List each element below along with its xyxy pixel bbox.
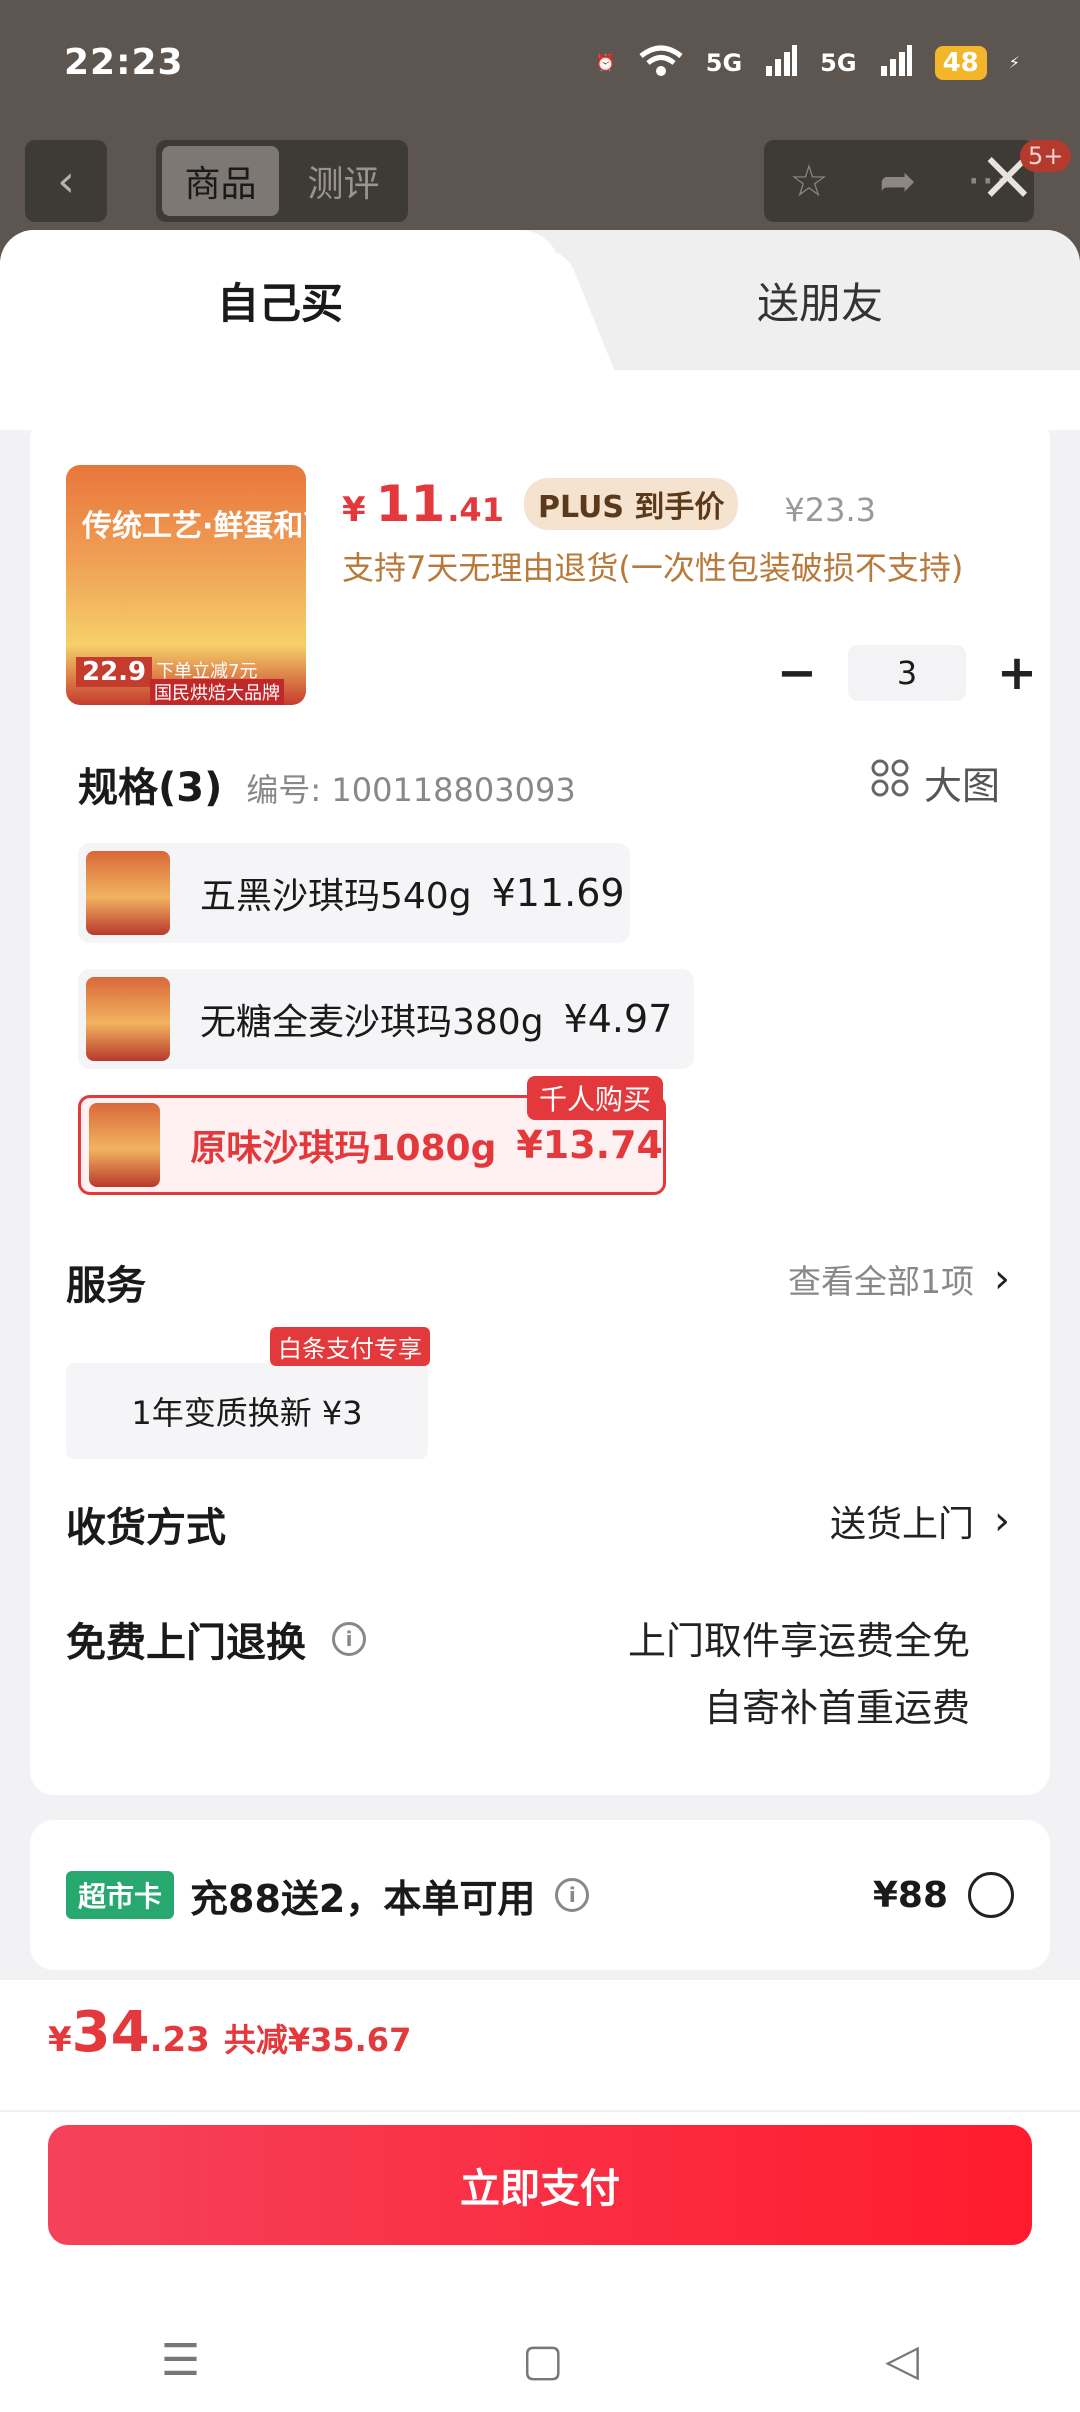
- quantity-stepper: − 3 +: [772, 645, 1042, 701]
- divider: [0, 2110, 1080, 2112]
- price-integer: 11: [375, 475, 446, 533]
- free-return-line2: 自寄补首重运费: [703, 1686, 970, 1730]
- spec-option[interactable]: 无糖全麦沙琪玛380g ¥4.97: [78, 969, 694, 1069]
- share-icon[interactable]: ➦: [879, 156, 916, 207]
- pay-now-button[interactable]: 立即支付: [48, 2125, 1032, 2245]
- spec-option-price: ¥4.97: [563, 997, 673, 1041]
- spec-title: 规格(3): [78, 765, 223, 811]
- system-nav-bar: ☰ ▢ ◁: [0, 2310, 1080, 2410]
- chevron-right-icon: ›: [994, 1498, 1010, 1544]
- delivery-title: 收货方式: [66, 1505, 226, 1551]
- sheet-tabs: 自己买 送朋友: [0, 230, 1080, 370]
- menu-icon[interactable]: ☰: [161, 2335, 200, 2386]
- signal-5g-icon-2: 5G: [820, 48, 857, 77]
- status-icons: ⏰ 5G 5G 48 ⚡: [596, 44, 1020, 82]
- qty-value[interactable]: 3: [848, 645, 966, 701]
- star-icon[interactable]: ☆: [789, 156, 828, 207]
- status-bar: 22:23 ⏰ 5G 5G 48 ⚡: [0, 0, 1080, 125]
- back-button[interactable]: ‹: [25, 140, 107, 222]
- back-icon[interactable]: ◁: [885, 2335, 919, 2386]
- supermarket-card-radio[interactable]: [968, 1872, 1014, 1918]
- spec-option-thumb: [86, 851, 170, 935]
- tab-buy-self[interactable]: 自己买: [0, 230, 560, 370]
- spec-option-price: ¥13.74: [516, 1123, 663, 1167]
- supermarket-card-text: 充88送2，本单可用: [190, 1876, 536, 1921]
- grid-icon: [870, 758, 910, 807]
- delivery-value: 送货上门: [829, 1504, 974, 1545]
- service-title: 服务: [66, 1263, 146, 1309]
- product-image[interactable]: 传统工艺·鲜蛋和面 22.9 下单立减7元 国民烘焙大品牌: [66, 465, 306, 705]
- checkout-footer: ¥ 34 .23 共减¥35.67 立即支付 ☰ ▢ ◁: [0, 1980, 1080, 2412]
- product-image-brand: 国民烘焙大品牌: [150, 679, 284, 705]
- spec-header: 规格(3) 编号: 100118803093: [78, 755, 576, 813]
- total-decimal: .23: [149, 2020, 210, 2060]
- purchase-sheet: 自己买 送朋友 传统工艺·鲜蛋和面 22.9 下单立减7元 国民烘焙大品牌 ¥ …: [0, 230, 1080, 2412]
- info-icon[interactable]: i: [332, 1622, 366, 1656]
- supermarket-card-tag: 超市卡: [66, 1871, 175, 1919]
- big-picture-toggle[interactable]: 大图: [870, 755, 1000, 810]
- plus-price-tag: PLUS 到手价: [523, 478, 739, 530]
- service-view-all[interactable]: 查看全部1项 ›: [788, 1255, 1010, 1303]
- signal-bars-icon-2: [879, 44, 913, 82]
- signal-bars-icon: [764, 44, 798, 82]
- spec-option[interactable]: 五黑沙琪玛540g ¥11.69: [78, 843, 630, 943]
- top-nav: ‹ 商品 测评 ☆ ➦ ··· × 5+: [0, 140, 1080, 224]
- tab-buy-self-label: 自己买: [216, 278, 343, 328]
- tab-gift-friend[interactable]: 送朋友: [560, 230, 1080, 370]
- delivery-selector[interactable]: 送货上门 ›: [830, 1495, 1010, 1547]
- return-policy-note: 支持7天无理由退货(一次性包装破损不支持): [342, 549, 964, 587]
- wifi-icon: [638, 44, 684, 82]
- spec-option-label: 五黑沙琪玛540g: [200, 876, 472, 917]
- battery-level: 48: [934, 45, 987, 80]
- status-time: 22:23: [64, 42, 184, 83]
- tab-review[interactable]: 测评: [285, 146, 402, 216]
- signal-5g-icon: 5G: [705, 48, 743, 77]
- total-integer: 34: [71, 2000, 150, 2065]
- qty-minus-button[interactable]: −: [772, 645, 822, 701]
- info-icon[interactable]: i: [555, 1878, 590, 1912]
- service-view-all-label: 查看全部1项: [788, 1262, 974, 1301]
- service-badge: 白条支付专享: [270, 1327, 430, 1366]
- product-image-title: 传统工艺·鲜蛋和面: [82, 509, 306, 544]
- spec-option-label: 无糖全麦沙琪玛380g: [200, 1002, 544, 1043]
- free-return-line1: 上门取件享运费全免: [627, 1619, 970, 1663]
- supermarket-card-price: ¥88: [872, 1874, 948, 1916]
- free-return-title-row: 免费上门退换 i: [66, 1610, 366, 1668]
- spec-option-price: ¥11.69: [491, 871, 625, 915]
- popular-badge: 千人购买: [526, 1076, 663, 1120]
- big-picture-label: 大图: [923, 764, 1000, 808]
- free-return-title: 免费上门退换: [66, 1620, 306, 1666]
- product-card: 传统工艺·鲜蛋和面 22.9 下单立减7元 国民烘焙大品牌 ¥ 11 .41 P…: [30, 415, 1050, 1795]
- chevron-right-icon: ›: [994, 1256, 1010, 1302]
- spec-option-thumb: [89, 1103, 161, 1187]
- total-discount: 共减¥35.67: [223, 2021, 412, 2059]
- total-currency: ¥: [48, 2020, 72, 2060]
- product-code: 编号: 100118803093: [246, 771, 576, 809]
- spec-option-selected[interactable]: 原味沙琪玛1080g ¥13.74 千人购买: [78, 1076, 666, 1195]
- service-option[interactable]: 1年变质换新 ¥3: [66, 1363, 428, 1459]
- original-price: ¥23.3: [784, 491, 877, 529]
- chevron-left-icon: ‹: [57, 155, 75, 207]
- tab-product[interactable]: 商品: [162, 146, 279, 216]
- spec-option-label: 原味沙琪玛1080g: [190, 1128, 497, 1169]
- price-row: ¥ 11 .41 PLUS 到手价 ¥23.3: [342, 475, 876, 533]
- spec-option-thumb: [86, 977, 170, 1061]
- charging-icon: ⚡: [1008, 53, 1020, 72]
- qty-plus-button[interactable]: +: [992, 645, 1042, 701]
- total-price: ¥ 34 .23 共减¥35.67: [48, 2000, 411, 2065]
- price-currency: ¥: [342, 490, 366, 530]
- alarm-icon: ⏰: [595, 53, 616, 72]
- supermarket-card-row[interactable]: 超市卡 充88送2，本单可用 i ¥88: [30, 1820, 1050, 1970]
- product-image-price: 22.9: [76, 657, 153, 687]
- home-icon[interactable]: ▢: [522, 2335, 564, 2386]
- message-badge: 5+: [1020, 140, 1072, 172]
- page-tabs: 商品 测评: [156, 140, 408, 222]
- price-decimal: .41: [447, 491, 504, 529]
